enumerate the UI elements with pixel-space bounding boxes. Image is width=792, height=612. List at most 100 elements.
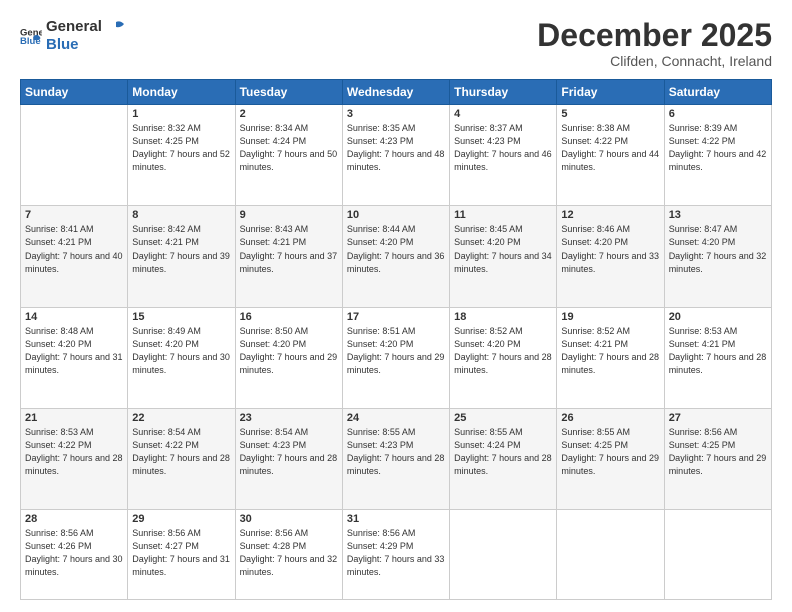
day-info: Sunrise: 8:43 AMSunset: 4:21 PMDaylight:… bbox=[240, 223, 338, 275]
day-info: Sunrise: 8:53 AMSunset: 4:22 PMDaylight:… bbox=[25, 426, 123, 478]
month-title: December 2025 bbox=[537, 18, 772, 53]
table-row: 1 Sunrise: 8:32 AMSunset: 4:25 PMDaylight… bbox=[128, 105, 235, 206]
day-number: 7 bbox=[25, 209, 123, 221]
day-info: Sunrise: 8:47 AMSunset: 4:20 PMDaylight:… bbox=[669, 223, 767, 275]
day-info: Sunrise: 8:32 AMSunset: 4:25 PMDaylight:… bbox=[132, 122, 230, 174]
day-info: Sunrise: 8:55 AMSunset: 4:25 PMDaylight:… bbox=[561, 426, 659, 478]
day-number: 17 bbox=[347, 311, 445, 323]
table-row: 8 Sunrise: 8:42 AMSunset: 4:21 PMDaylight… bbox=[128, 206, 235, 307]
header-saturday: Saturday bbox=[664, 80, 771, 105]
day-number: 16 bbox=[240, 311, 338, 323]
day-info: Sunrise: 8:50 AMSunset: 4:20 PMDaylight:… bbox=[240, 325, 338, 377]
table-row: 4 Sunrise: 8:37 AMSunset: 4:23 PMDaylight… bbox=[450, 105, 557, 206]
table-row bbox=[557, 510, 664, 600]
day-number: 5 bbox=[561, 108, 659, 120]
calendar-week-row: 14 Sunrise: 8:48 AMSunset: 4:20 PMDayligh… bbox=[21, 307, 772, 408]
day-number: 1 bbox=[132, 108, 230, 120]
day-info: Sunrise: 8:54 AMSunset: 4:22 PMDaylight:… bbox=[132, 426, 230, 478]
day-number: 15 bbox=[132, 311, 230, 323]
table-row: 29Sunrise: 8:56 AMSunset: 4:27 PMDayligh… bbox=[128, 510, 235, 600]
logo-blue-text: Blue bbox=[46, 36, 126, 54]
day-number: 14 bbox=[25, 311, 123, 323]
table-row: 16 Sunrise: 8:50 AMSunset: 4:20 PMDayligh… bbox=[235, 307, 342, 408]
logo: General Blue General Blue bbox=[20, 18, 126, 54]
day-number: 24 bbox=[347, 412, 445, 424]
day-number: 20 bbox=[669, 311, 767, 323]
day-info: Sunrise: 8:56 AMSunset: 4:26 PMDaylight:… bbox=[25, 527, 123, 579]
table-row: 27 Sunrise: 8:56 AMSunset: 4:25 PMDayligh… bbox=[664, 408, 771, 509]
day-number: 9 bbox=[240, 209, 338, 221]
day-number: 12 bbox=[561, 209, 659, 221]
day-number: 21 bbox=[25, 412, 123, 424]
header-wednesday: Wednesday bbox=[342, 80, 449, 105]
table-row: 15Sunrise: 8:49 AMSunset: 4:20 PMDayligh… bbox=[128, 307, 235, 408]
table-row: 21 Sunrise: 8:53 AMSunset: 4:22 PMDayligh… bbox=[21, 408, 128, 509]
day-number: 27 bbox=[669, 412, 767, 424]
day-info: Sunrise: 8:42 AMSunset: 4:21 PMDaylight:… bbox=[132, 223, 230, 275]
logo-wave-icon bbox=[108, 20, 126, 34]
table-row: 22 Sunrise: 8:54 AMSunset: 4:22 PMDayligh… bbox=[128, 408, 235, 509]
day-info: Sunrise: 8:53 AMSunset: 4:21 PMDaylight:… bbox=[669, 325, 767, 377]
day-number: 22 bbox=[132, 412, 230, 424]
table-row: 17Sunrise: 8:51 AMSunset: 4:20 PMDayligh… bbox=[342, 307, 449, 408]
calendar-week-row: 7 Sunrise: 8:41 AMSunset: 4:21 PMDaylight… bbox=[21, 206, 772, 307]
page-header: General Blue General Blue December 2025 … bbox=[20, 18, 772, 69]
day-number: 19 bbox=[561, 311, 659, 323]
day-info: Sunrise: 8:41 AMSunset: 4:21 PMDaylight:… bbox=[25, 223, 123, 275]
day-info: Sunrise: 8:52 AMSunset: 4:20 PMDaylight:… bbox=[454, 325, 552, 377]
day-number: 18 bbox=[454, 311, 552, 323]
svg-text:Blue: Blue bbox=[20, 36, 41, 47]
table-row: 11Sunrise: 8:45 AMSunset: 4:20 PMDayligh… bbox=[450, 206, 557, 307]
table-row: 7 Sunrise: 8:41 AMSunset: 4:21 PMDaylight… bbox=[21, 206, 128, 307]
day-info: Sunrise: 8:56 AMSunset: 4:29 PMDaylight:… bbox=[347, 527, 445, 579]
day-number: 23 bbox=[240, 412, 338, 424]
table-row: 25Sunrise: 8:55 AMSunset: 4:24 PMDayligh… bbox=[450, 408, 557, 509]
day-number: 26 bbox=[561, 412, 659, 424]
calendar-table: Sunday Monday Tuesday Wednesday Thursday… bbox=[20, 79, 772, 600]
table-row: 13Sunrise: 8:47 AMSunset: 4:20 PMDayligh… bbox=[664, 206, 771, 307]
day-number: 11 bbox=[454, 209, 552, 221]
weekday-header-row: Sunday Monday Tuesday Wednesday Thursday… bbox=[21, 80, 772, 105]
header-tuesday: Tuesday bbox=[235, 80, 342, 105]
day-number: 30 bbox=[240, 513, 338, 525]
day-number: 6 bbox=[669, 108, 767, 120]
day-number: 31 bbox=[347, 513, 445, 525]
header-friday: Friday bbox=[557, 80, 664, 105]
title-block: December 2025 Clifden, Connacht, Ireland bbox=[537, 18, 772, 69]
calendar-week-row: 28 Sunrise: 8:56 AMSunset: 4:26 PMDayligh… bbox=[21, 510, 772, 600]
header-monday: Monday bbox=[128, 80, 235, 105]
day-number: 4 bbox=[454, 108, 552, 120]
table-row bbox=[664, 510, 771, 600]
day-info: Sunrise: 8:34 AMSunset: 4:24 PMDaylight:… bbox=[240, 122, 338, 174]
day-info: Sunrise: 8:56 AMSunset: 4:28 PMDaylight:… bbox=[240, 527, 338, 579]
table-row: 18 Sunrise: 8:52 AMSunset: 4:20 PMDayligh… bbox=[450, 307, 557, 408]
table-row: 23Sunrise: 8:54 AMSunset: 4:23 PMDayligh… bbox=[235, 408, 342, 509]
day-info: Sunrise: 8:37 AMSunset: 4:23 PMDaylight:… bbox=[454, 122, 552, 174]
table-row: 5 Sunrise: 8:38 AMSunset: 4:22 PMDaylight… bbox=[557, 105, 664, 206]
table-row: 14 Sunrise: 8:48 AMSunset: 4:20 PMDayligh… bbox=[21, 307, 128, 408]
logo-general-text: General bbox=[46, 18, 126, 36]
table-row: 9 Sunrise: 8:43 AMSunset: 4:21 PMDaylight… bbox=[235, 206, 342, 307]
day-info: Sunrise: 8:35 AMSunset: 4:23 PMDaylight:… bbox=[347, 122, 445, 174]
day-info: Sunrise: 8:48 AMSunset: 4:20 PMDaylight:… bbox=[25, 325, 123, 377]
day-info: Sunrise: 8:52 AMSunset: 4:21 PMDaylight:… bbox=[561, 325, 659, 377]
logo-icon: General Blue bbox=[20, 25, 42, 47]
table-row: 10Sunrise: 8:44 AMSunset: 4:20 PMDayligh… bbox=[342, 206, 449, 307]
table-row: 3 Sunrise: 8:35 AMSunset: 4:23 PMDaylight… bbox=[342, 105, 449, 206]
table-row: 6 Sunrise: 8:39 AMSunset: 4:22 PMDaylight… bbox=[664, 105, 771, 206]
day-number: 29 bbox=[132, 513, 230, 525]
day-number: 2 bbox=[240, 108, 338, 120]
table-row bbox=[21, 105, 128, 206]
day-info: Sunrise: 8:46 AMSunset: 4:20 PMDaylight:… bbox=[561, 223, 659, 275]
day-number: 28 bbox=[25, 513, 123, 525]
calendar-page: General Blue General Blue December 2025 … bbox=[0, 0, 792, 612]
day-info: Sunrise: 8:56 AMSunset: 4:25 PMDaylight:… bbox=[669, 426, 767, 478]
calendar-week-row: 21 Sunrise: 8:53 AMSunset: 4:22 PMDayligh… bbox=[21, 408, 772, 509]
table-row: 30 Sunrise: 8:56 AMSunset: 4:28 PMDayligh… bbox=[235, 510, 342, 600]
day-info: Sunrise: 8:39 AMSunset: 4:22 PMDaylight:… bbox=[669, 122, 767, 174]
day-number: 25 bbox=[454, 412, 552, 424]
day-number: 8 bbox=[132, 209, 230, 221]
day-info: Sunrise: 8:38 AMSunset: 4:22 PMDaylight:… bbox=[561, 122, 659, 174]
table-row: 24Sunrise: 8:55 AMSunset: 4:23 PMDayligh… bbox=[342, 408, 449, 509]
day-number: 3 bbox=[347, 108, 445, 120]
